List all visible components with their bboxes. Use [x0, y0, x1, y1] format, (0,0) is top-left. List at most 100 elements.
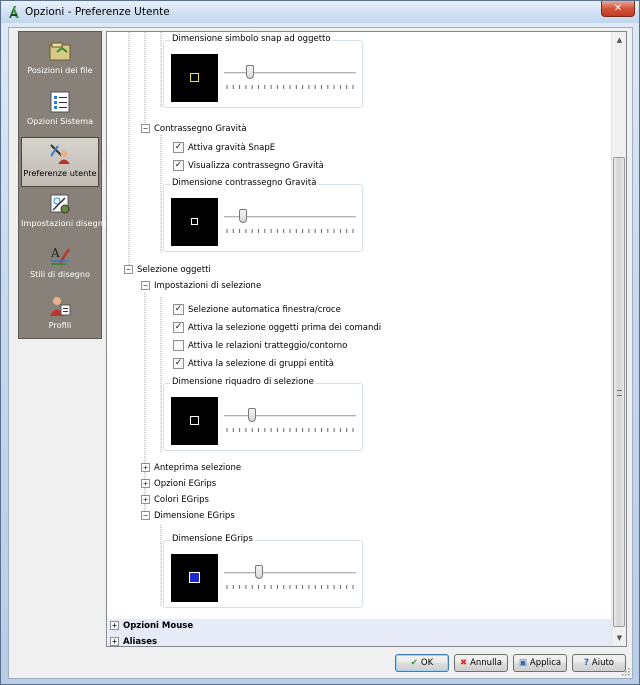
collapse-toggle-icon[interactable]: − — [141, 511, 150, 520]
checkbox-auto-window[interactable]: ✓ Selezione automatica finestra/croce — [173, 304, 341, 315]
sidebar-item-profiles[interactable]: Profili — [21, 290, 99, 340]
selection-box-preview — [171, 397, 218, 445]
drawing-styles-icon: A — [50, 246, 71, 265]
user-preferences-icon — [50, 144, 70, 164]
folder-icon — [49, 42, 71, 61]
snap-marker — [190, 73, 199, 82]
checkbox[interactable]: ✓ — [173, 160, 184, 171]
button-label: Aiuto — [591, 658, 615, 668]
slider-track — [224, 572, 356, 575]
expand-toggle-icon[interactable]: + — [141, 495, 150, 504]
node-label: Opzioni EGrips — [154, 479, 217, 489]
tree-node-gravity[interactable]: − Contrassegno Gravità — [141, 124, 247, 134]
app-logo-icon — [9, 6, 19, 18]
title-bar[interactable]: Opzioni - Preferenze Utente ✕ — [1, 1, 639, 23]
tree-node-selection-settings[interactable]: − Impostazioni di selezione — [141, 281, 261, 291]
collapse-toggle-icon[interactable]: − — [141, 281, 150, 290]
tree-node-selection[interactable]: − Selezione oggetti — [124, 265, 211, 275]
selection-box-groupbox: Dimensione riquadro di selezione — [163, 377, 363, 451]
category-sidebar: Posizioni dei file Opzioni Sistema Prefe… — [18, 31, 108, 340]
preferences-tree-panel[interactable]: Dimensione simbolo snap ad oggetto − Cont… — [106, 31, 627, 647]
checkbox-label: Attiva gravità SnapE — [188, 143, 276, 153]
vertical-scrollbar[interactable]: ▲ ▼ — [611, 32, 626, 646]
checkbox-hatch-boundary[interactable]: Attiva le relazioni tratteggio/contorno — [173, 340, 347, 351]
checkbox[interactable]: ✓ — [173, 304, 184, 315]
options-window: Opzioni - Preferenze Utente ✕ Posizioni … — [0, 0, 640, 685]
sidebar-item-label: Opzioni Sistema — [26, 116, 94, 126]
egrips-size-slider[interactable] — [254, 565, 263, 579]
collapse-toggle-icon[interactable]: − — [141, 124, 150, 133]
checkbox[interactable] — [173, 340, 184, 351]
collapse-toggle-icon[interactable]: − — [124, 265, 133, 274]
scroll-down-icon[interactable]: ▼ — [612, 630, 626, 646]
groupbox-title: Dimensione EGrips — [170, 534, 255, 544]
tree-node-aliases[interactable]: + Aliases — [110, 637, 158, 647]
node-label: Impostazioni di selezione — [154, 281, 262, 291]
scrollbar-thumb[interactable] — [613, 157, 625, 627]
slider-ticks — [226, 428, 354, 432]
egrips-marker — [189, 572, 200, 583]
slider-track — [224, 72, 356, 75]
close-button[interactable]: ✕ — [601, 1, 635, 17]
sidebar-item-user-preferences[interactable]: Preferenze utente — [21, 137, 99, 187]
expand-toggle-icon[interactable]: + — [110, 637, 119, 646]
snap-size-slider[interactable] — [245, 65, 254, 79]
system-options-icon — [50, 91, 70, 113]
checkbox-label: Attiva la selezione di gruppi entità — [188, 359, 334, 369]
tree-node-egrips-options[interactable]: + Opzioni EGrips — [141, 479, 216, 489]
expand-toggle-icon[interactable]: + — [141, 463, 150, 472]
node-label: Anteprima selezione — [154, 463, 242, 473]
node-label: Dimensione EGrips — [154, 511, 235, 521]
apply-button[interactable]: ▣ Applica — [513, 654, 567, 672]
button-label: OK — [420, 658, 434, 668]
expand-toggle-icon[interactable]: + — [110, 621, 119, 630]
snap-size-groupbox: Dimensione simbolo snap ad oggetto — [163, 34, 363, 108]
help-button[interactable]: ? Aiuto — [572, 654, 626, 672]
tree-node-egrips-size[interactable]: − Dimensione EGrips — [141, 511, 235, 521]
sidebar-item-label: Stili di disegno — [29, 269, 91, 279]
groupbox-title: Dimensione riquadro di selezione — [170, 377, 316, 387]
slider-ticks — [226, 85, 354, 89]
checkbox-group-selection[interactable]: ✓ Attiva la selezione di gruppi entità — [173, 358, 334, 369]
node-label: Opzioni Mouse — [123, 621, 194, 631]
sidebar-item-system-options[interactable]: Opzioni Sistema — [21, 86, 99, 136]
cancel-button[interactable]: ✖ Annulla — [454, 654, 508, 672]
ok-button[interactable]: ✔ OK — [395, 654, 449, 672]
sidebar-item-file-locations[interactable]: Posizioni dei file — [21, 35, 99, 85]
checkbox-label: Attiva le relazioni tratteggio/contorno — [188, 341, 348, 351]
grip-icon — [617, 390, 622, 396]
checkbox-label: Attiva la selezione oggetti prima dei co… — [188, 323, 382, 333]
selection-box-slider[interactable] — [248, 408, 257, 422]
checkbox[interactable]: ✓ — [173, 358, 184, 369]
node-label: Aliases — [123, 637, 158, 647]
checkbox[interactable]: ✓ — [173, 322, 184, 333]
sidebar-item-label: Profili — [48, 320, 72, 330]
scroll-up-icon[interactable]: ▲ — [612, 32, 626, 48]
gravity-preview — [171, 198, 218, 246]
node-label: Contrassegno Gravità — [154, 124, 247, 134]
checkbox-label: Visualizza contrassegno Gravità — [188, 161, 324, 171]
help-icon: ? — [583, 658, 589, 668]
sidebar-item-drawing-settings[interactable]: Impostazioni disegno — [21, 188, 108, 238]
cross-icon: ✖ — [459, 658, 468, 668]
dialog-body: Posizioni dei file Opzioni Sistema Prefe… — [8, 27, 633, 679]
section-aliases[interactable]: + Aliases — [108, 635, 612, 647]
sidebar-item-drawing-styles[interactable]: A Stili di disegno — [21, 239, 99, 289]
tree-node-mouse[interactable]: + Opzioni Mouse — [110, 621, 193, 631]
sidebar-item-label: Preferenze utente — [23, 168, 97, 178]
checkbox-show-gravity[interactable]: ✓ Visualizza contrassegno Gravità — [173, 160, 324, 171]
checkbox-gravity-snap[interactable]: ✓ Attiva gravità SnapE — [173, 142, 275, 153]
egrips-preview — [171, 554, 218, 602]
window-title: Opzioni - Preferenze Utente — [25, 6, 170, 18]
tree-node-egrips-colors[interactable]: + Colori EGrips — [141, 495, 209, 505]
checkbox-preselect[interactable]: ✓ Attiva la selezione oggetti prima dei c… — [173, 322, 381, 333]
resize-grip-icon[interactable] — [620, 666, 630, 676]
slider-track — [224, 415, 356, 418]
expand-toggle-icon[interactable]: + — [141, 479, 150, 488]
gravity-size-slider[interactable] — [239, 209, 248, 223]
section-mouse-options[interactable]: + Opzioni Mouse — [108, 619, 612, 635]
checkbox[interactable]: ✓ — [173, 142, 184, 153]
snap-preview — [171, 54, 218, 102]
gravity-marker — [191, 218, 198, 225]
tree-node-selection-preview[interactable]: + Anteprima selezione — [141, 463, 241, 473]
